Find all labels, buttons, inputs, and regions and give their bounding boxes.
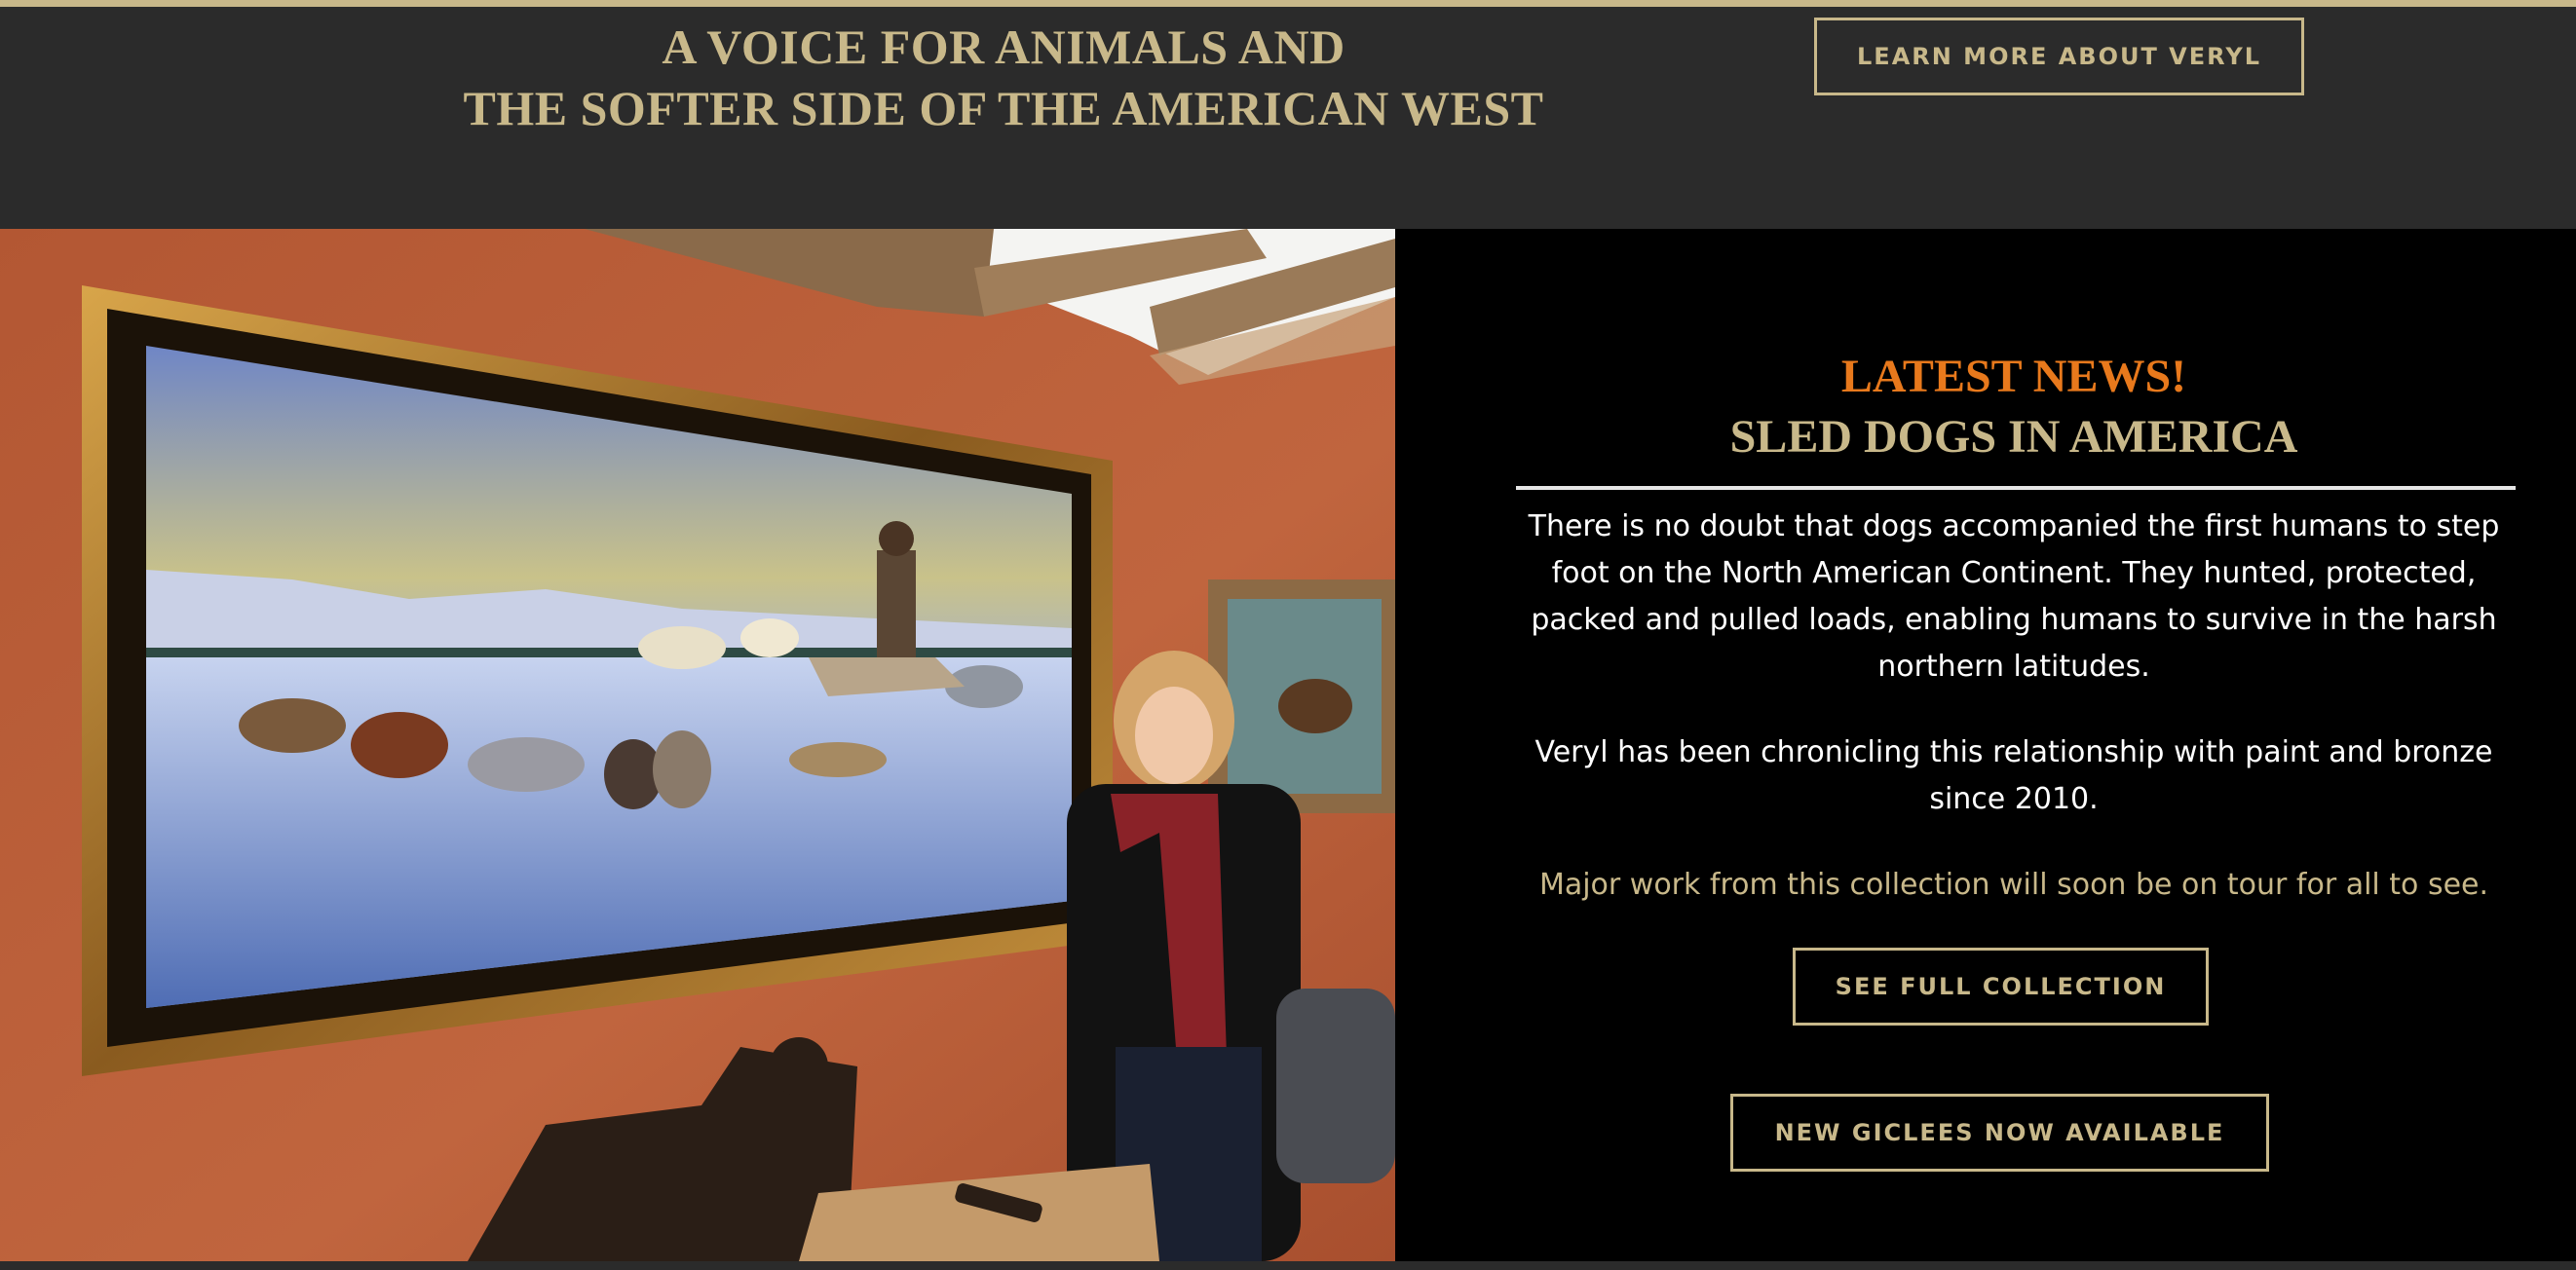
news-divider [1516,486,2516,490]
site-header: A VOICE FOR ANIMALS AND THE SOFTER SIDE … [0,7,2576,229]
learn-more-button[interactable]: LEARN MORE ABOUT VERYL [1814,18,2304,95]
gallery-photo [0,229,1395,1261]
bottom-strip [0,1261,2576,1270]
top-accent-rule [0,0,2576,7]
site-tagline: A VOICE FOR ANIMALS AND THE SOFTER SIDE … [322,17,1686,139]
news-paragraph-2: Veryl has been chronicling this relation… [1534,735,2493,816]
gallery-photo-illustration [0,229,1395,1261]
new-giclees-button[interactable]: NEW GICLEES NOW AVAILABLE [1730,1094,2269,1172]
latest-news-panel: LATEST NEWS! SLED DOGS IN AMERICA There … [1395,229,2576,1261]
tagline-line-2: THE SOFTER SIDE OF THE AMERICAN WEST [463,81,1544,135]
news-kicker: LATEST NEWS! [1840,351,2187,402]
news-title: SLED DOGS IN AMERICA [1729,411,2298,463]
news-body: There is no doubt that dogs accompanied … [1522,504,2506,948]
news-paragraph-3: Major work from this collection will soo… [1538,868,2489,902]
news-paragraph-1: There is no doubt that dogs accompanied … [1528,509,2500,684]
tagline-line-1: A VOICE FOR ANIMALS AND [662,19,1345,74]
see-full-collection-button[interactable]: SEE FULL COLLECTION [1793,948,2209,1026]
